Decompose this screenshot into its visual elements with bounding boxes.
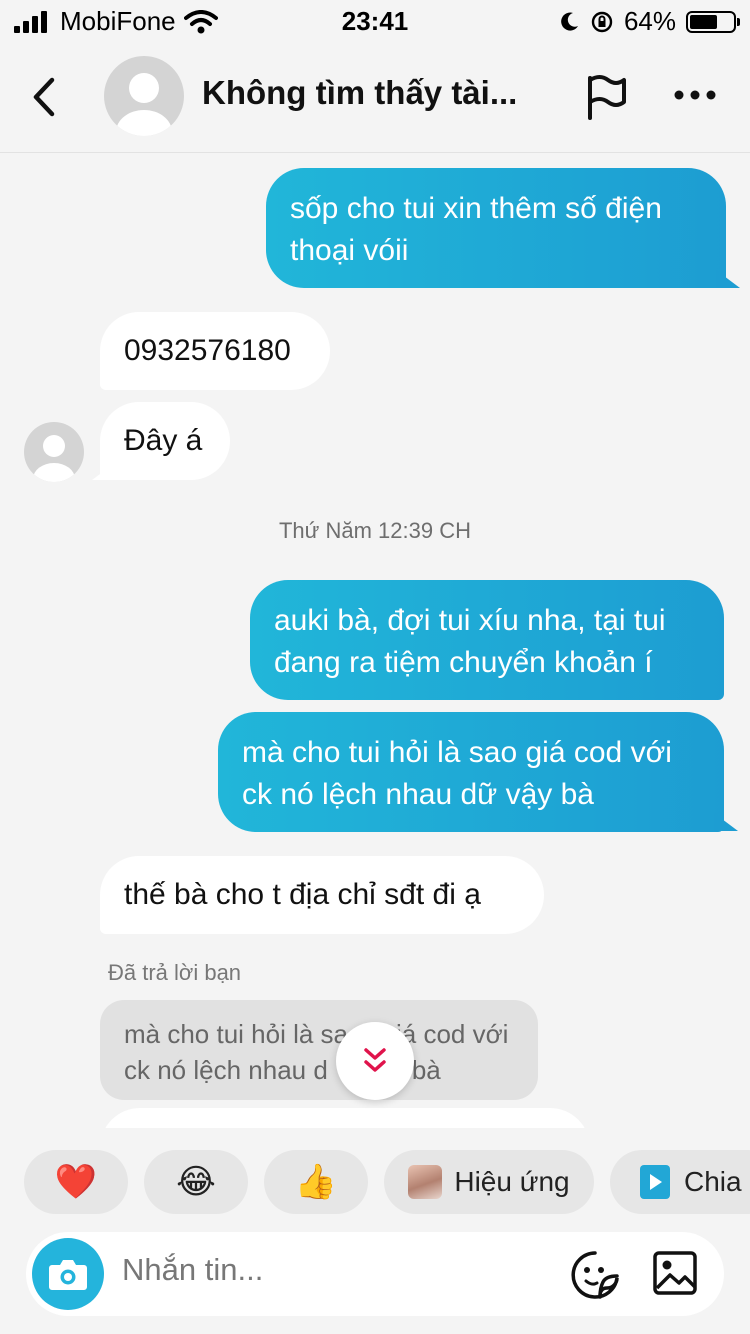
quote-text: ck nó lệch nhau d (124, 1055, 328, 1085)
moon-icon (561, 12, 578, 31)
message-text: Đây á (124, 424, 203, 457)
bubble-tail (716, 270, 740, 288)
message-input[interactable]: Nhắn tin... (122, 1252, 263, 1288)
battery-percent: 64% (623, 6, 676, 36)
default-avatar-icon (116, 73, 172, 136)
share-label: Chia s (684, 1166, 750, 1197)
battery-icon (686, 10, 740, 33)
heart-icon: ❤️ (54, 1163, 98, 1201)
bubble-tail (714, 813, 738, 831)
timestamp: Thứ Năm 12:39 CH (278, 518, 472, 543)
contact-avatar[interactable] (104, 56, 184, 136)
camera-button[interactable] (32, 1238, 104, 1310)
camera-icon (49, 1260, 87, 1290)
message-outgoing[interactable]: mà cho tui hỏi là sao giá cod với ck nó … (218, 712, 724, 832)
message-incoming[interactable]: thế bà cho t địa chỉ sđt đi ạ (100, 856, 544, 934)
message-text: sốp cho tui xin thêm số điện thoại vóii (290, 192, 662, 267)
message-incoming[interactable]: 0932576180 (100, 312, 330, 390)
message-text: auki bà, đợi tui xíu nha, tại tui đang r… (274, 604, 666, 679)
scroll-to-bottom-button[interactable] (336, 1022, 414, 1100)
quote-text: mà cho tui hỏi là sa (124, 1019, 349, 1049)
thumbs-up-icon: 👍 (294, 1163, 338, 1201)
message-text: mà cho tui hỏi là sao giá cod với ck nó … (242, 736, 672, 811)
play-icon (640, 1165, 670, 1199)
share-button[interactable]: Chia s (610, 1150, 750, 1214)
effects-label: Hiệu ứng (454, 1166, 570, 1197)
message-text: thế bà cho t địa chỉ sđt đi ạ (124, 878, 481, 911)
quote-text: iá cod với (396, 1019, 509, 1049)
back-icon[interactable] (24, 72, 64, 122)
more-options-icon[interactable] (672, 80, 718, 110)
double-chevron-down-icon (364, 1048, 386, 1072)
laughing-face-icon: 😂 (176, 1163, 216, 1201)
bubble-tail (92, 462, 116, 480)
quick-reaction-bar: ❤️ 😂 👍 Hiệu ứng Chia s (0, 1128, 750, 1234)
status-bar: MobiFone 23:41 64% (0, 0, 750, 40)
quoted-message[interactable]: mà cho tui hỏi là sa iá cod với ck nó lệc… (100, 1000, 538, 1100)
message-incoming[interactable]: Đây á (100, 402, 230, 480)
quote-text: bà (411, 1055, 441, 1085)
effect-thumbnail (408, 1165, 443, 1199)
message-composer: Nhắn tin... (26, 1232, 724, 1316)
sticker-icon[interactable] (570, 1250, 620, 1300)
default-avatar-icon (33, 435, 75, 482)
effects-button[interactable]: Hiệu ứng (384, 1150, 594, 1214)
thumbs-up-reaction-button[interactable]: 👍 (264, 1150, 368, 1214)
chat-header: Không tìm thấy tài... (0, 44, 750, 153)
flag-icon[interactable] (582, 72, 630, 122)
message-outgoing[interactable]: sốp cho tui xin thêm số điện thoại vóii (266, 168, 726, 288)
message-outgoing[interactable]: auki bà, đợi tui xíu nha, tại tui đang r… (250, 580, 724, 700)
heart-reaction-button[interactable]: ❤️ (24, 1150, 128, 1214)
orientation-lock-icon (591, 11, 613, 32)
sender-avatar[interactable] (24, 422, 84, 482)
laugh-reaction-button[interactable]: 😂 (144, 1150, 248, 1214)
message-text: 0932576180 (124, 334, 291, 367)
replied-label: Đã trả lời bạn (108, 960, 242, 985)
gallery-icon[interactable] (652, 1250, 698, 1296)
contact-name[interactable]: Không tìm thấy tài... (202, 74, 517, 112)
